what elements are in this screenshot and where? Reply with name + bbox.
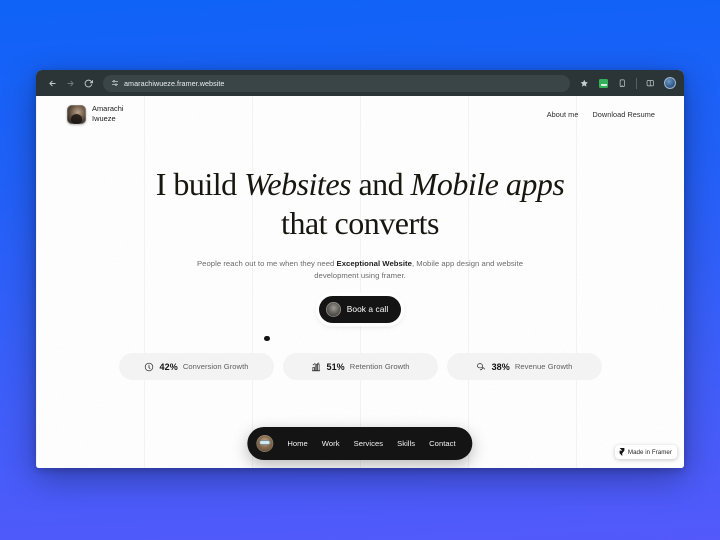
stat-value: 38% bbox=[491, 361, 510, 372]
headline-text-2: and bbox=[350, 166, 411, 202]
stat-value: 42% bbox=[159, 361, 178, 372]
extension-icon[interactable] bbox=[596, 76, 611, 91]
brand-avatar-image bbox=[67, 104, 86, 124]
page-title: I build Websites and Mobile apps that co… bbox=[150, 165, 570, 244]
stat-card-conversion-growth: 42% Conversion Growth bbox=[118, 353, 274, 381]
stat-label: Conversion Growth bbox=[182, 362, 249, 372]
stats-row: 42% Conversion Growth 51% Retention Grow… bbox=[36, 353, 684, 381]
floating-nav-bar: Home Work Services Skills Contact bbox=[247, 427, 473, 460]
scroll-indicator-dot bbox=[264, 335, 270, 342]
page-viewport: Amarachi Iwueze About me Download Resume… bbox=[36, 96, 684, 468]
target-icon bbox=[143, 361, 154, 372]
site-settings-icon[interactable] bbox=[111, 79, 119, 87]
made-in-framer-label: Made in Framer bbox=[627, 448, 672, 456]
headline-emphasis-websites: Websites bbox=[244, 166, 351, 202]
nav-item-work[interactable]: Work bbox=[316, 435, 346, 452]
address-bar-url: amarachiwueze.framer.website bbox=[124, 78, 225, 88]
nav-item-services[interactable]: Services bbox=[348, 435, 390, 452]
back-button[interactable] bbox=[44, 75, 61, 92]
forward-button[interactable] bbox=[62, 75, 79, 92]
nav-item-contact[interactable]: Contact bbox=[423, 435, 462, 452]
stat-value: 51% bbox=[326, 361, 345, 372]
stat-label: Retention Growth bbox=[349, 362, 410, 372]
cta-container: Book a call bbox=[36, 295, 684, 323]
address-bar[interactable]: amarachiwueze.framer.website bbox=[103, 74, 570, 92]
subtitle-text-1: People reach out to me when they need bbox=[196, 258, 337, 268]
bookmark-star-icon[interactable] bbox=[577, 76, 592, 91]
brand-name: Amarachi Iwueze bbox=[92, 104, 124, 124]
nav-item-home[interactable]: Home bbox=[281, 435, 313, 452]
made-in-framer-badge[interactable]: Made in Framer bbox=[614, 445, 677, 459]
browser-window: amarachiwueze.framer.website Amarachi Iw… bbox=[36, 70, 684, 468]
headline-emphasis-mobile-apps: Mobile apps bbox=[410, 166, 565, 202]
headline-text-1: I build bbox=[155, 166, 245, 202]
brand-first-name: Amarachi bbox=[92, 104, 124, 114]
profile-avatar[interactable] bbox=[662, 76, 677, 91]
toolbar-divider bbox=[636, 77, 637, 89]
split-view-icon[interactable] bbox=[643, 76, 658, 91]
bar-chart-icon bbox=[310, 361, 321, 372]
framer-logo-icon bbox=[619, 448, 625, 456]
hero-subtitle: People reach out to me when they need Ex… bbox=[176, 258, 544, 282]
brand-logo[interactable]: Amarachi Iwueze bbox=[67, 104, 124, 124]
coins-icon bbox=[476, 361, 487, 372]
nav-link-about-me[interactable]: About me bbox=[547, 110, 579, 119]
cta-avatar-icon bbox=[325, 301, 341, 317]
nav-item-skills[interactable]: Skills bbox=[391, 435, 421, 452]
browser-toolbar: amarachiwueze.framer.website bbox=[36, 70, 684, 96]
nav-link-download-resume[interactable]: Download Resume bbox=[592, 110, 655, 119]
stat-card-retention-growth: 51% Retention Growth bbox=[282, 353, 438, 381]
book-a-call-label: Book a call bbox=[346, 304, 389, 315]
book-a-call-button[interactable]: Book a call bbox=[318, 295, 402, 323]
brand-last-name: Iwueze bbox=[92, 114, 116, 123]
device-toolbar-icon[interactable] bbox=[615, 76, 630, 91]
site-nav: About me Download Resume bbox=[547, 110, 655, 119]
subtitle-bold: Exceptional Website bbox=[336, 258, 412, 268]
stat-label: Revenue Growth bbox=[514, 362, 573, 372]
reload-button[interactable] bbox=[80, 75, 97, 92]
headline-text-3: that converts bbox=[281, 205, 439, 242]
stat-card-revenue-growth: 38% Revenue Growth bbox=[446, 353, 602, 381]
nav-avatar-icon bbox=[256, 435, 274, 452]
site-header: Amarachi Iwueze About me Download Resume bbox=[36, 96, 684, 132]
toolbar-actions bbox=[577, 76, 677, 91]
hero-section: I build Websites and Mobile apps that co… bbox=[36, 132, 684, 342]
